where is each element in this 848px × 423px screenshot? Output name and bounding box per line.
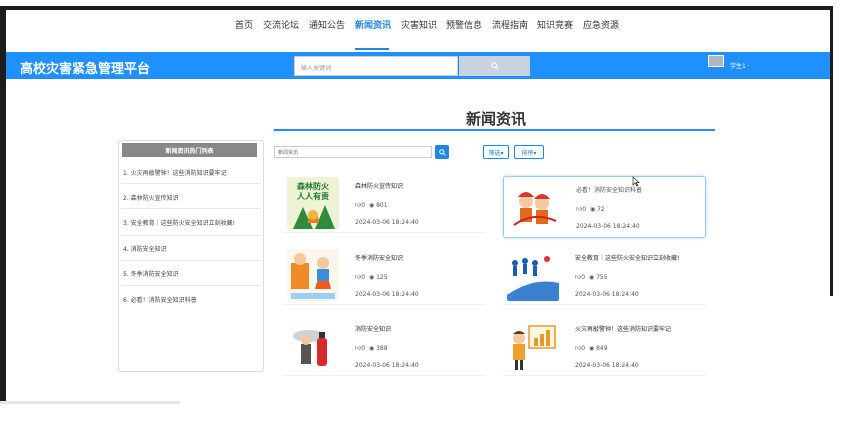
card-date: 2024-03-06 18:24:40 (575, 362, 639, 369)
sidebar-item[interactable]: 5. 冬季消防安全知识 (121, 269, 261, 278)
user-menu[interactable]: 学生1 · (730, 61, 750, 70)
sidebar-heading: 新闻资讯热门列表 (122, 143, 257, 157)
news-card[interactable]: 必看！消防安全知识科普 👍︎0 ◉ 72 2024-03-06 18:24:40 (503, 176, 706, 238)
card-stats: 👍︎0 ◉ 849 (575, 345, 608, 352)
news-card[interactable]: 消防安全知识 👍︎0 ◉ 388 2024-03-06 18:24:40 (283, 316, 486, 376)
taskbar-strip (0, 401, 180, 404)
card-date: 2024-03-06 18:24:40 (355, 362, 419, 369)
poster-line2: 人人有责 (297, 191, 329, 201)
news-card[interactable]: 火灾再敲警钟！这些消防知识要牢记 👍︎0 ◉ 849 2024-03-06 18… (503, 316, 706, 376)
filter-dropdown[interactable]: 筛选▾ (483, 145, 509, 159)
fire-extinguisher-icon (287, 320, 339, 372)
divider (121, 183, 261, 184)
nav-active-indicator (355, 48, 389, 50)
search-icon (438, 148, 446, 156)
card-stats: 👍︎0 ◉ 755 (575, 274, 608, 281)
sidebar-item[interactable]: 6. 必看！消防安全知识科普 (121, 295, 261, 304)
divider (121, 260, 261, 261)
sidebar-item[interactable]: 3. 安全教育｜这些防火安全知识立刻收藏! (121, 218, 261, 227)
mouse-cursor-icon (632, 176, 640, 186)
view-icon: ◉ (368, 202, 375, 209)
card-title: 冬季消防安全知识 (355, 255, 404, 262)
nav-item-warnings[interactable]: 预警信息 (446, 18, 482, 31)
view-icon: ◉ (368, 345, 375, 352)
nav-item-forum[interactable]: 交流论坛 (263, 18, 299, 31)
nav-item-process-guide[interactable]: 流程指南 (492, 18, 528, 31)
view-icon: ◉ (588, 345, 595, 352)
divider (121, 208, 261, 209)
view-icon: ◉ (368, 274, 375, 281)
header-search-input[interactable]: 输入关键词 (294, 56, 458, 76)
card-title: 消防安全知识 (355, 326, 392, 333)
card-title: 安全教育｜这些防火安全知识立刻收藏! (575, 255, 680, 262)
view-icon: ◉ (589, 206, 596, 213)
evacuation-figures-icon (507, 249, 559, 301)
card-date: 2024-03-06 18:24:40 (355, 219, 419, 226)
nav-item-quiz[interactable]: 知识竞赛 (537, 18, 573, 31)
card-stats: 👍︎0 ◉ 801 (355, 202, 388, 209)
window-frame-right (830, 6, 833, 296)
avatar[interactable] (708, 55, 724, 67)
page-title: 新闻资讯 (466, 110, 527, 128)
nav-item-home[interactable]: 首页 (235, 18, 253, 31)
news-card[interactable]: 安全教育｜这些防火安全知识立刻收藏! 👍︎0 ◉ 755 2024-03-06 … (503, 245, 706, 305)
brand-title: 高校灾害紧急管理平台 (20, 62, 151, 77)
card-title: 火灾再敲警钟！这些消防知识要牢记 (575, 326, 672, 333)
card-date: 2024-03-06 18:24:40 (355, 291, 419, 298)
top-nav (6, 10, 830, 52)
sidebar-item[interactable]: 2. 森林防火宣传知识 (121, 193, 261, 202)
card-title: 森林防火宣传知识 (355, 183, 404, 190)
card-title: 必看！消防安全知识科普 (576, 187, 643, 194)
nav-item-emergency-resources[interactable]: 应急资源 (583, 18, 619, 31)
presenter-chart-icon (507, 320, 559, 372)
card-stats: 👍︎0 ◉ 388 (355, 345, 388, 352)
divider (121, 285, 261, 286)
search-icon (490, 62, 499, 70)
news-card[interactable]: 冬季消防安全知识 👍︎0 ◉ 125 2024-03-06 18:24:40 (283, 245, 486, 305)
poster-line1: 森林防火 (297, 181, 330, 191)
news-search-button[interactable] (435, 145, 449, 159)
sidebar-item[interactable]: 1. 火灾再敲警钟！这些消防知识要牢记 (121, 168, 261, 177)
sidebar-item[interactable]: 4. 消防安全知识 (121, 244, 261, 253)
header-search-button[interactable] (459, 56, 530, 76)
divider (121, 235, 261, 236)
news-card[interactable]: 森林防火 人人有责 森林防火宣传知识 👍︎0 ◉ 801 2024-03-06 … (283, 173, 486, 233)
news-search-input[interactable]: 新闻资讯 (274, 146, 432, 158)
view-icon: ◉ (588, 274, 595, 281)
card-stats: 👍︎0 ◉ 125 (355, 274, 388, 281)
winter-fire-cartoon-icon (287, 249, 339, 301)
card-date: 2024-03-06 18:24:40 (576, 223, 640, 230)
sort-dropdown[interactable]: 排序▾ (514, 145, 544, 159)
firefighters-cartoon-icon (508, 181, 560, 233)
card-date: 2024-03-06 18:24:40 (575, 291, 639, 298)
forest-fire-poster-icon: 森林防火 人人有责 (287, 177, 339, 229)
nav-item-disaster-knowledge[interactable]: 灾害知识 (401, 18, 437, 31)
nav-item-news[interactable]: 新闻资讯 (355, 18, 391, 31)
nav-item-notices[interactable]: 通知公告 (309, 18, 345, 31)
title-underline (274, 129, 715, 131)
card-stats: 👍︎0 ◉ 72 (576, 206, 605, 213)
